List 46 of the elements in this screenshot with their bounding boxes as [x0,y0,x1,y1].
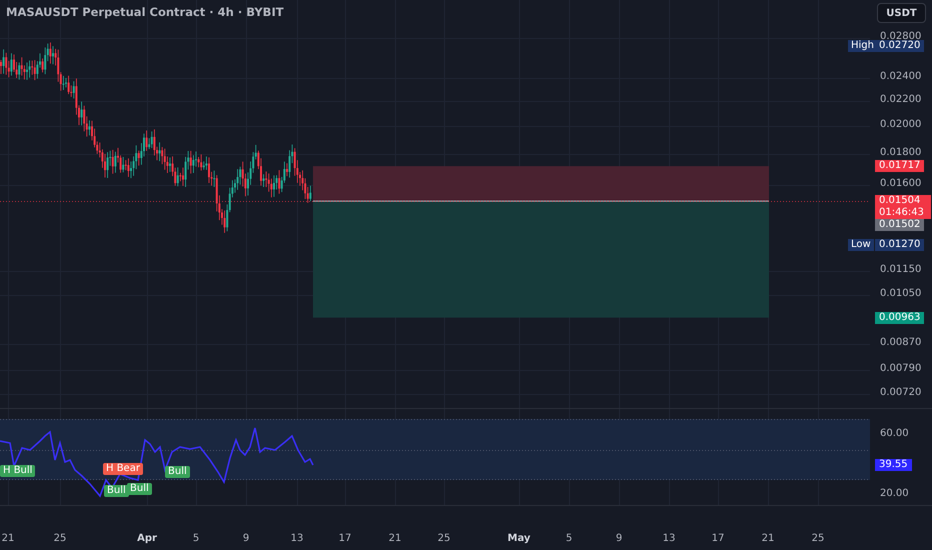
signal-tag: Bull [165,466,190,478]
marker-label: Low [848,239,874,252]
time-label: 9 [616,533,622,544]
time-label: 21 [388,533,402,544]
time-label: 5 [192,533,200,544]
time-label: Apr [137,533,157,544]
price-badge: 0.02720 [875,40,924,52]
price-label: 0.00790 [880,362,922,374]
time-label: 17 [712,533,724,544]
time-label: 17 [338,533,352,544]
rsi-scale-label: 20.00 [880,488,909,499]
price-label: 0.01800 [880,146,922,158]
chart-title: MASAUSDT Perpetual Contract · 4h · BYBIT [6,5,284,19]
time-label: 25 [54,533,66,544]
time-label: 21 [2,533,14,544]
signal-tag: Bull [127,483,152,495]
time-label: 13 [290,533,304,544]
price-badge: 0.01502 [875,218,924,231]
time-label: 21 [762,533,774,544]
price-text: 0.01504 [879,194,922,207]
price-badge: 0.01270 [875,239,924,252]
time-label: 25 [812,533,824,544]
rsi-scale-label: 60.00 [880,428,909,439]
signal-tag: H Bull [0,465,36,477]
currency-button[interactable]: USDT [877,3,926,23]
countdown-text: 01:46:43 [879,206,925,219]
price-label: 0.02800 [880,31,922,42]
price-label: 0.01600 [880,178,922,189]
time-label: 9 [242,533,250,544]
price-badge: 0.01717 [875,160,924,172]
price-badge: 0.00963 [875,312,924,324]
price-label: 0.00870 [880,337,922,348]
price-label: 0.02400 [880,71,922,82]
price-label: 0.01150 [880,264,922,276]
price-label: 0.00720 [880,386,922,398]
time-label: 25 [438,533,450,544]
time-label: May [508,533,530,544]
rsi-value-badge: 39.55 [875,458,912,471]
signal-tag: H Bear [103,463,143,475]
price-label: 0.02000 [880,119,922,130]
price-label: 0.01050 [880,288,922,299]
marker-label: High [848,40,877,52]
time-label: 5 [566,533,572,544]
price-label: 0.02200 [880,94,922,106]
signal-tag: Bull [104,485,129,497]
time-label: 13 [662,533,676,544]
